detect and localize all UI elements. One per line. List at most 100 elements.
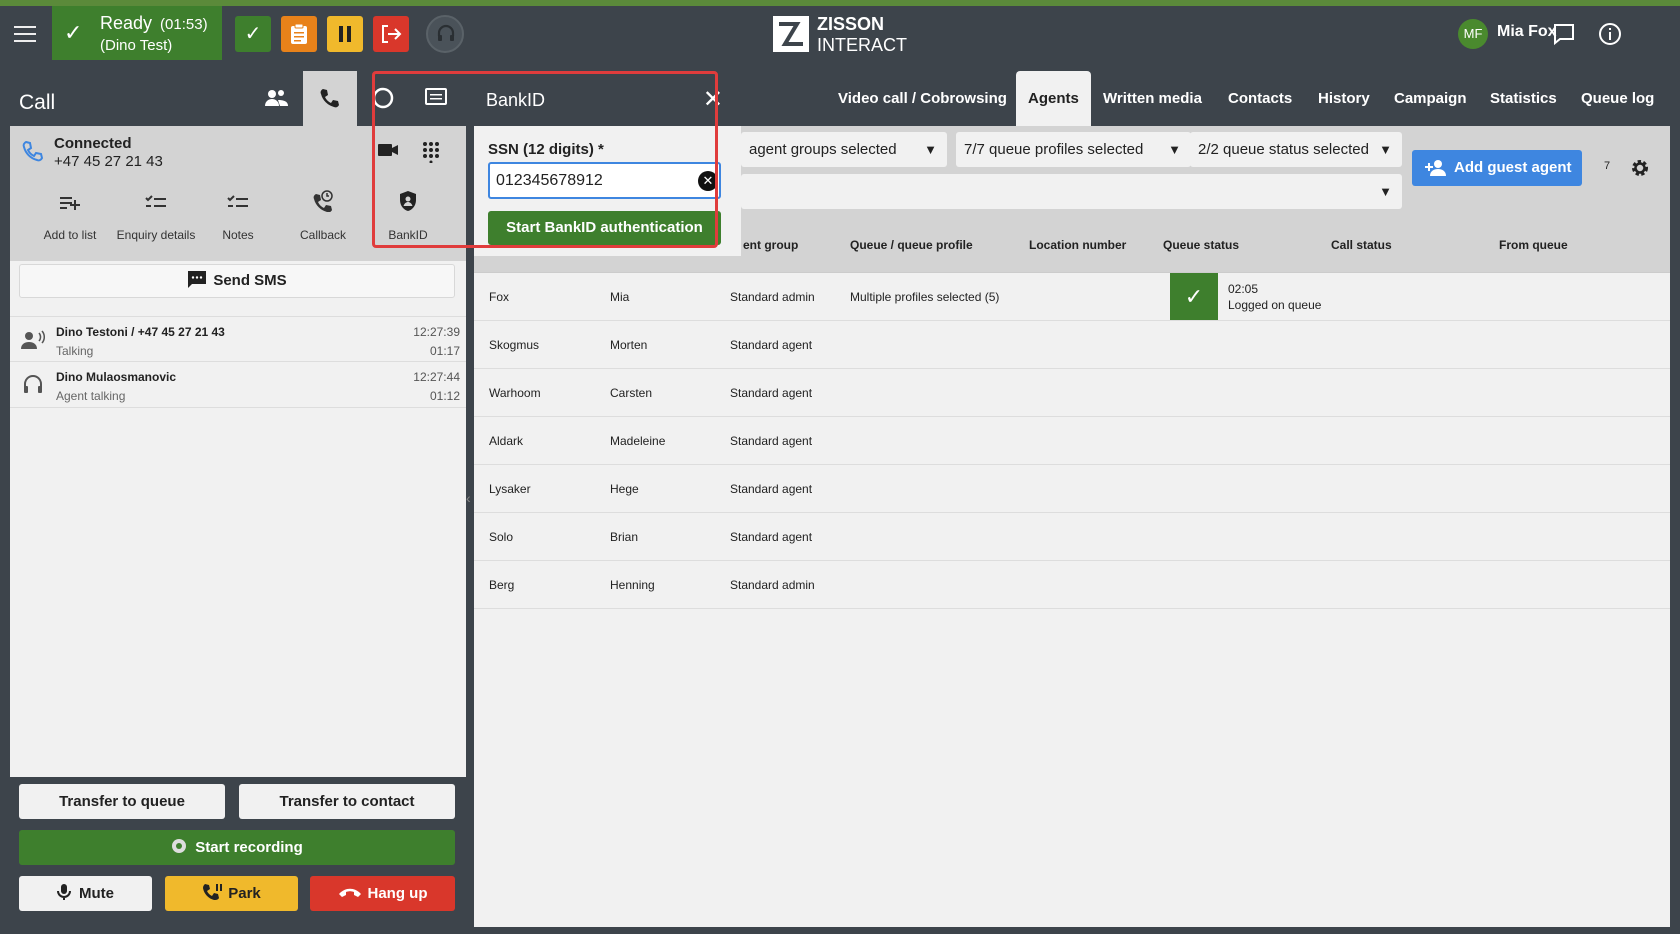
tab-history[interactable]: History	[1318, 90, 1370, 107]
agent-groups-select[interactable]: agent groups selected ▼	[741, 132, 947, 167]
tab-queue-log[interactable]: Queue log	[1581, 90, 1654, 107]
call-time: 12:27:39	[413, 325, 460, 339]
add-to-list-label: Add to list	[43, 228, 97, 242]
info-icon[interactable]	[1598, 22, 1622, 46]
start-bankid-button[interactable]: Start BankID authentication	[488, 211, 721, 245]
transfer-to-queue-button[interactable]: Transfer to queue	[19, 784, 225, 819]
cell-last-name: Berg	[489, 578, 515, 592]
wrapup-button[interactable]	[281, 16, 317, 52]
start-recording-button[interactable]: Start recording	[19, 830, 455, 865]
col-from-queue[interactable]: From queue	[1499, 238, 1568, 252]
col-queue-status[interactable]: Queue status	[1163, 238, 1239, 252]
status-timer: (01:53)	[160, 16, 208, 33]
ready-button[interactable]: ✓	[235, 16, 271, 52]
queue-status-select[interactable]: 2/2 queue status selected ▼	[1190, 132, 1402, 167]
cell-first-name: Henning	[610, 578, 655, 592]
col-queue-profile[interactable]: Queue / queue profile	[850, 238, 973, 252]
avatar[interactable]: MF	[1458, 19, 1488, 49]
gear-icon[interactable]	[1629, 157, 1651, 179]
chat-tab[interactable]	[356, 71, 410, 126]
notes-action[interactable]: Notes	[193, 194, 283, 242]
table-row[interactable]: Lysaker Hege Standard agent	[474, 465, 1670, 513]
add-guest-agent-button[interactable]: Add guest agent	[1412, 150, 1582, 186]
callback-action[interactable]: Callback	[278, 190, 368, 242]
pause-button[interactable]	[327, 16, 363, 52]
cell-last-name: Lysaker	[489, 482, 531, 496]
close-icon[interactable]: ✕	[703, 85, 723, 114]
call-panel-title: Call	[19, 91, 56, 114]
queue-profiles-select[interactable]: 7/7 queue profiles selected ▼	[956, 132, 1191, 167]
secondary-filter-select[interactable]: ▼	[741, 174, 1402, 209]
ssn-input[interactable]	[488, 162, 721, 199]
enquiry-details-action[interactable]: Enquiry details	[111, 194, 201, 242]
logout-button[interactable]	[373, 16, 409, 52]
agent-count: 7	[1604, 160, 1611, 172]
call-panel: Call Connected +47 45 27 21 43 Add to li…	[10, 71, 466, 927]
user-name[interactable]: Mia Fox	[1497, 23, 1557, 41]
col-agent-group[interactable]: ent group	[743, 238, 798, 252]
group-call-tab[interactable]	[250, 71, 304, 126]
shield-icon	[400, 191, 416, 211]
table-row[interactable]: Skogmus Morten Standard agent	[474, 321, 1670, 369]
check-icon: ✓	[64, 20, 83, 45]
enquiry-details-label: Enquiry details	[116, 228, 196, 242]
call-name: Dino Testoni / +47 45 27 21 43	[56, 325, 225, 339]
call-duration: 01:17	[429, 344, 460, 358]
phone-icon	[22, 140, 44, 162]
table-row[interactable]: Solo Brian Standard agent	[474, 513, 1670, 561]
cell-agent-group: Standard agent	[730, 530, 813, 544]
headset-status[interactable]	[426, 15, 464, 53]
call-time: 12:27:44	[413, 370, 460, 384]
record-icon	[172, 839, 187, 853]
call-name: Dino Mulaosmanovic	[56, 370, 177, 384]
call-status: Talking	[56, 344, 94, 358]
call-list-item[interactable]: Dino Mulaosmanovic Agent talking 12:27:4…	[10, 362, 466, 408]
add-to-list-action[interactable]: Add to list	[25, 194, 115, 242]
hang-up-button[interactable]: Hang up	[310, 876, 455, 911]
park-phone-icon	[203, 884, 223, 900]
hang-up-label: Hang up	[367, 885, 428, 902]
call-tab[interactable]	[303, 71, 357, 126]
logo-mark	[773, 16, 809, 52]
cell-agent-group: Standard agent	[730, 482, 813, 496]
cell-agent-group: Standard agent	[730, 386, 813, 400]
mute-button[interactable]: Mute	[19, 876, 152, 911]
main-tabs: Video call / Cobrowsing Agents Written m…	[741, 71, 1670, 126]
bankid-action[interactable]: BankID	[363, 191, 453, 242]
send-sms-button[interactable]: Send SMS	[19, 264, 455, 298]
dialpad-icon[interactable]	[422, 141, 440, 163]
col-call-status[interactable]: Call status	[1331, 238, 1392, 252]
col-location-number[interactable]: Location number	[1029, 238, 1126, 252]
bankid-label: BankID	[388, 228, 428, 242]
status-sub: (Dino Test)	[100, 37, 173, 54]
chat-icon[interactable]	[1552, 22, 1576, 46]
clear-input-icon[interactable]: ✕	[698, 171, 718, 191]
person-talking-icon	[21, 330, 45, 349]
tab-contacts[interactable]: Contacts	[1228, 90, 1292, 107]
agent-groups-value: agent groups selected	[749, 141, 897, 158]
tab-campaign[interactable]: Campaign	[1394, 90, 1467, 107]
message-icon	[425, 88, 447, 105]
status-ready[interactable]: ✓ Ready (01:53) (Dino Test)	[52, 6, 222, 60]
tab-agents[interactable]: Agents	[1016, 71, 1091, 126]
table-row[interactable]: Aldark Madeleine Standard agent	[474, 417, 1670, 465]
tab-statistics[interactable]: Statistics	[1490, 90, 1557, 107]
circle-chat-icon	[372, 87, 394, 109]
callback-label: Callback	[299, 228, 347, 242]
table-row[interactable]: Fox Mia Standard admin Multiple profiles…	[474, 273, 1670, 321]
tab-written-media[interactable]: Written media	[1103, 90, 1202, 107]
cell-first-name: Madeleine	[610, 434, 666, 448]
message-tab[interactable]	[409, 71, 463, 126]
table-row[interactable]: Berg Henning Standard admin	[474, 561, 1670, 609]
queue-status-value: 2/2 queue status selected	[1198, 141, 1369, 158]
call-controls: Transfer to queue Transfer to contact St…	[10, 777, 466, 927]
table-row[interactable]: Warhoom Carsten Standard agent	[474, 369, 1670, 417]
call-list-item[interactable]: Dino Testoni / +47 45 27 21 43 Talking 1…	[10, 316, 466, 362]
video-icon[interactable]	[377, 142, 399, 158]
park-button[interactable]: Park	[165, 876, 298, 911]
collapse-handle[interactable]: ‹	[466, 490, 471, 506]
park-label: Park	[228, 885, 261, 902]
transfer-to-contact-button[interactable]: Transfer to contact	[239, 784, 455, 819]
tab-video-call[interactable]: Video call / Cobrowsing	[838, 90, 1007, 107]
menu-icon[interactable]	[12, 21, 38, 45]
